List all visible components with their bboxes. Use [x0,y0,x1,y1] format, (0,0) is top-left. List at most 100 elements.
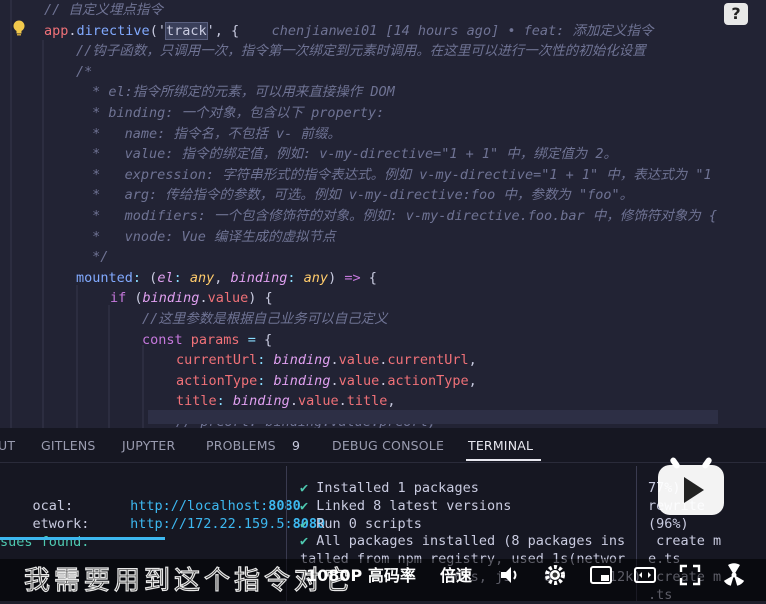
terminal-network-line: etwork: http://172.22.159.5:8080 [0,497,326,532]
code-line[interactable]: // 自定义埋点指令 [44,0,163,20]
code-line[interactable]: * el:指令所绑定的元素，可以用来直接操作 DOM [84,82,395,102]
checkmark-icon: ✔ [300,533,309,550]
code-line[interactable]: mounted: (el: any, binding: any) => { [76,268,377,288]
code-token: any [303,269,329,286]
code-token: value [338,352,380,369]
code-token: ( [126,290,143,307]
code-line[interactable]: const params = { [142,330,272,350]
settings-gear-icon[interactable] [543,563,567,587]
code-line[interactable]: /* [76,62,92,82]
problems-count-badge: 9 [292,438,301,453]
terminal-output-line: ✔ Run 0 scripts [300,515,422,532]
code-token: */ [84,249,109,266]
indent-guide [10,0,12,428]
code-token: actionType [387,372,469,389]
code-token: directive [76,22,150,39]
code-line[interactable]: */ [84,247,108,267]
code-token: ', { [206,22,240,39]
code-line[interactable]: * value: 指令的绑定值，例如: v-my-directive="1 + … [84,144,617,164]
code-token: , [468,352,477,369]
tab-output[interactable]: UT [0,438,15,453]
code-token: if [110,290,127,307]
code-token: , [387,393,396,410]
code-line[interactable]: * name: 指令名，不包括 v- 前缀。 [84,124,341,144]
code-line[interactable]: title: binding.value.title, [176,391,396,411]
code-line[interactable]: * vnode: Vue 编译生成的虚拟节点 [84,227,335,247]
tab-problems[interactable]: PROBLEMS [206,438,276,453]
panel-tab-bar: UT GITLENS JUPYTER PROBLEMS 9 DEBUG CONS… [0,428,766,463]
checkmark-icon: ✔ [300,515,309,532]
code-token: : [216,393,233,410]
code-token: * modifiers: 一个包含修饰符的对象。例如: v-my-directi… [84,208,717,224]
code-token: value [338,372,380,389]
code-line[interactable]: //钩子函数，只调用一次，指令第一次绑定到元素时调用。在这里可以进行一次性的初始… [76,41,646,61]
wide-mode-icon[interactable] [633,563,657,587]
tab-debug-console[interactable]: DEBUG CONSOLE [332,438,444,453]
code-line[interactable]: * binding: 一个对象，包含以下 property: [84,103,384,123]
code-token: (' [149,22,166,39]
indent-guide [42,40,44,428]
fullscreen-icon[interactable] [678,563,702,587]
code-token: => [344,269,361,286]
play-icon[interactable] [656,455,726,517]
code-token: currentUrl [387,352,469,369]
tab-gitlens[interactable]: GITLENS [41,438,96,453]
volume-icon[interactable] [498,563,522,587]
code-line[interactable]: * arg: 传给指令的参数，可选。例如 v-my-directive:foo … [84,185,633,205]
code-line[interactable]: actionType: binding.value.actionType, [176,371,477,391]
terminal-output-line: create m [648,533,722,550]
indent-guide [108,305,110,428]
code-token: mounted [76,269,133,286]
code-token: , [214,269,231,286]
code-token: binding [230,269,288,286]
code-token: * binding: 一个对象，包含以下 property: [84,105,385,121]
code-line[interactable]: app.directive('track', { chenjianwei01 [… [44,21,653,41]
code-token: . [330,372,339,389]
code-token: title [346,393,388,410]
code-line[interactable]: if (binding.value) { [110,288,273,308]
code-token: * value: 指令的绑定值，例如: v-my-directive="1 + … [84,146,617,163]
lightbulb-icon[interactable] [12,20,26,38]
picture-in-picture-icon[interactable] [589,563,613,587]
checkmark-icon: ✔ [300,497,309,514]
video-subtitle: 我需要用到这个指令对它 [23,565,355,596]
speed-selector[interactable]: 倍速 [440,562,472,586]
code-token: . [289,393,298,410]
code-token: //钩子函数，只调用一次，指令第一次绑定到元素时调用。在这里可以进行一次性的初始… [76,43,646,60]
terminal-issues-line: sues found. [0,534,90,550]
code-token: : [132,269,150,286]
terminal-output-line: ✔ Linked 8 latest versions [300,497,512,514]
editor-horizontal-scrollbar[interactable] [148,410,718,424]
terminal-output-line: ✔ All packages installed (8 packages ins [300,533,626,550]
active-tab-indicator [466,459,541,461]
code-token: any [189,269,215,286]
code-token: ) [328,269,345,286]
code-token: , [468,372,477,389]
code-token: { [255,331,273,348]
code-token: * el:指令所绑定的元素，可以用来直接操作 DOM [84,84,395,101]
code-line[interactable]: //这里参数是根据自己业务可以自己定义 [142,309,388,329]
terminal-output-line: ✔ Installed 1 packages [300,480,479,496]
network-url[interactable]: http://172.22.159.5:8080 [130,516,325,532]
code-line[interactable]: currentUrl: binding.value.currentUrl, [176,350,477,370]
code-token: . [68,22,77,39]
code-line[interactable]: * expression: 字符串形式的指令表达式。例如 v-my-direct… [84,165,712,185]
quality-selector[interactable]: 1080P 高码率 [306,562,416,586]
code-token: actionType [176,372,258,389]
code-token: value [297,393,339,410]
git-blame-annotation: chenjianwei01 [14 hours ago] • feat: 添加定… [239,22,654,39]
tab-jupyter[interactable]: JUPYTER [122,438,175,453]
checkmark-icon: ✔ [300,480,309,496]
code-token: { [360,269,377,286]
help-icon[interactable]: ? [724,3,748,25]
code-line[interactable]: * modifiers: 一个包含修饰符的对象。例如: v-my-directi… [84,206,717,226]
code-token: params [190,331,240,348]
code-token: const [142,331,183,348]
code-token: : [257,352,274,369]
code-token: ) { [248,290,273,307]
radiation-logo-icon [723,563,745,586]
code-editor[interactable]: // 自定义埋点指令 app.directive('track', { chenj… [0,0,766,428]
tab-terminal[interactable]: TERMINAL [468,438,533,453]
